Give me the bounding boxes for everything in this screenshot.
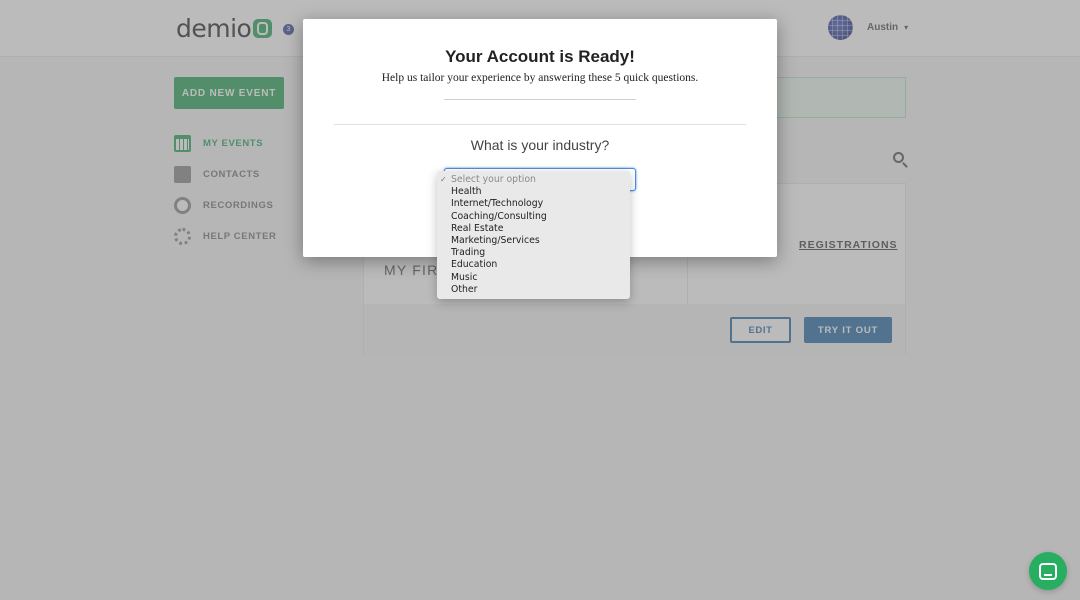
industry-dropdown-list: ✓ Select your option Health Internet/Tec… xyxy=(437,171,630,299)
dropdown-option-placeholder[interactable]: ✓ Select your option xyxy=(437,174,630,186)
dropdown-option[interactable]: Other xyxy=(437,284,630,296)
dropdown-option[interactable]: Health xyxy=(437,186,630,198)
dropdown-option[interactable]: Education xyxy=(437,259,630,271)
dropdown-option[interactable]: Trading xyxy=(437,247,630,259)
dropdown-option[interactable]: Coaching/Consulting xyxy=(437,211,630,223)
dropdown-option[interactable]: Real Estate xyxy=(437,223,630,235)
question-label: What is your industry? xyxy=(470,137,610,153)
dropdown-option[interactable]: Internet/Technology xyxy=(437,198,630,210)
dropdown-option[interactable]: Music xyxy=(437,272,630,284)
modal-title: Your Account is Ready! xyxy=(445,47,635,66)
chat-icon xyxy=(1039,562,1057,580)
option-label: Select your option xyxy=(451,174,536,185)
checkmark-icon: ✓ xyxy=(440,175,447,184)
modal-subtitle: Help us tailor your experience by answer… xyxy=(381,72,699,84)
modal-divider xyxy=(334,124,746,125)
chat-launcher-button[interactable] xyxy=(1029,552,1067,590)
progress-bar xyxy=(444,99,636,100)
dropdown-option[interactable]: Marketing/Services xyxy=(437,235,630,247)
